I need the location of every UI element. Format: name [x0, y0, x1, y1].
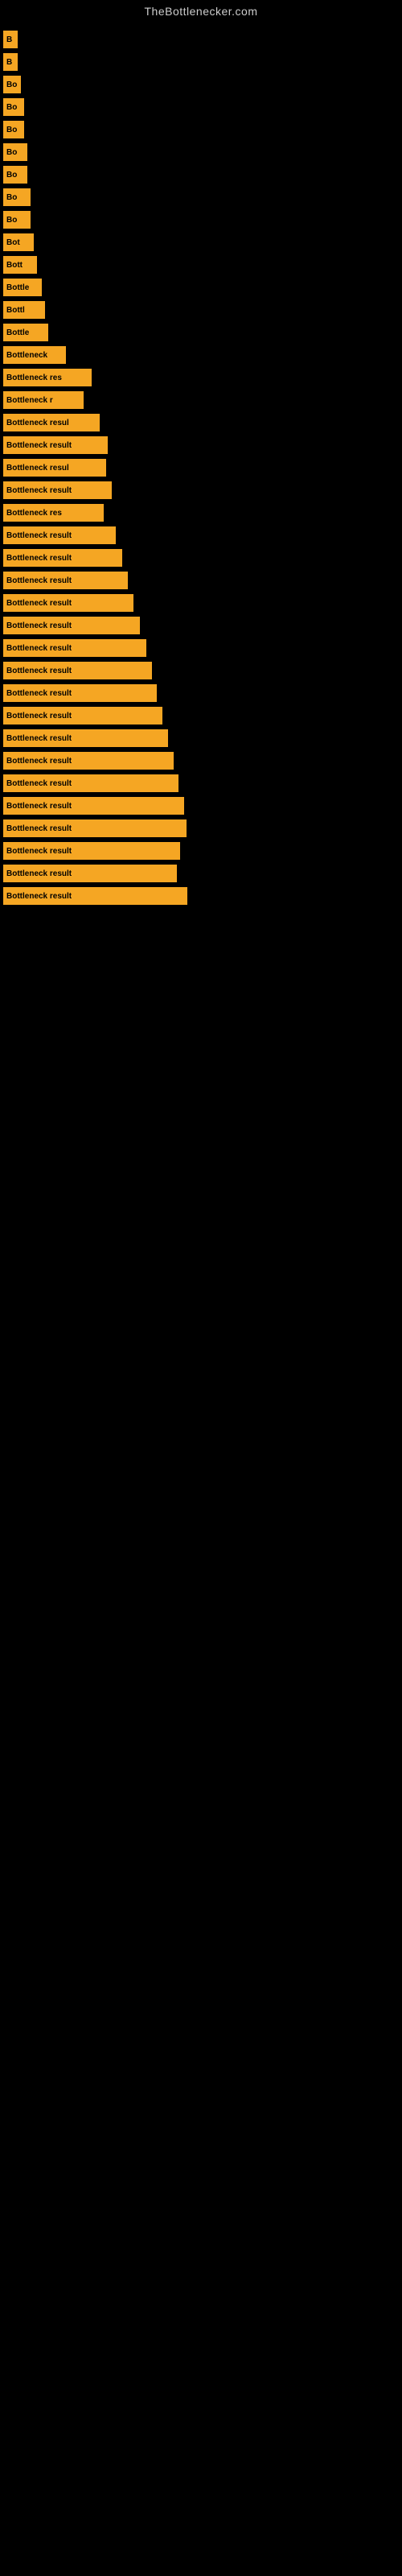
bar-row: Bottleneck result — [0, 774, 402, 792]
bar-row: Bottleneck result — [0, 752, 402, 770]
bar-item: B — [3, 31, 18, 48]
bar-item: Bottle — [3, 324, 48, 341]
bar-row: Bottleneck res — [0, 369, 402, 386]
bar-row: Bo — [0, 188, 402, 206]
bar-item: Bottleneck result — [3, 842, 180, 860]
bar-item: Bottleneck result — [3, 707, 162, 724]
bar-item: Bo — [3, 76, 21, 93]
site-title: TheBottlenecker.com — [0, 0, 402, 23]
bar-item: Bottleneck result — [3, 436, 108, 454]
site-title-container: TheBottlenecker.com — [0, 0, 402, 23]
bar-item: Bottleneck result — [3, 594, 133, 612]
bar-row: Bottleneck result — [0, 684, 402, 702]
bar-item: B — [3, 53, 18, 71]
bar-row: B — [0, 31, 402, 48]
bar-item: Bottleneck result — [3, 752, 174, 770]
bar-row: Bo — [0, 76, 402, 93]
bar-item: Bo — [3, 98, 24, 116]
bar-row: Bottleneck result — [0, 594, 402, 612]
bar-item: Bottleneck resul — [3, 459, 106, 477]
bar-item: Bottleneck result — [3, 887, 187, 905]
bar-row: Bottleneck result — [0, 819, 402, 837]
bar-row: Bottleneck result — [0, 662, 402, 679]
bar-item: Bottl — [3, 301, 45, 319]
bar-row: Bottleneck result — [0, 481, 402, 499]
bar-row: Bottl — [0, 301, 402, 319]
bar-item: Bo — [3, 188, 31, 206]
bar-item: Bottleneck result — [3, 729, 168, 747]
bar-item: Bottleneck result — [3, 819, 187, 837]
bar-row: B — [0, 53, 402, 71]
bar-item: Bottleneck result — [3, 662, 152, 679]
bar-row: Bottleneck result — [0, 549, 402, 567]
bar-row: Bo — [0, 211, 402, 229]
bar-item: Bottleneck res — [3, 504, 104, 522]
bar-item: Bottleneck — [3, 346, 66, 364]
bar-row: Bottleneck result — [0, 617, 402, 634]
bar-row: Bo — [0, 98, 402, 116]
bar-item: Bottleneck result — [3, 774, 178, 792]
bar-item: Bottleneck resul — [3, 414, 100, 431]
bar-item: Bo — [3, 166, 27, 184]
bar-row: Bottle — [0, 324, 402, 341]
bar-item: Bottleneck result — [3, 617, 140, 634]
bar-row: Bottleneck result — [0, 865, 402, 882]
bar-item: Bottleneck result — [3, 572, 128, 589]
bar-row: Bottleneck r — [0, 391, 402, 409]
bar-row: Bottleneck result — [0, 729, 402, 747]
bar-row: Bottle — [0, 279, 402, 296]
bar-item: Bo — [3, 121, 24, 138]
bar-row: Bottleneck result — [0, 707, 402, 724]
bar-row: Bottleneck result — [0, 842, 402, 860]
bar-item: Bottleneck result — [3, 684, 157, 702]
bar-row: Bottleneck result — [0, 639, 402, 657]
bar-row: Bottleneck result — [0, 572, 402, 589]
bar-row: Bottleneck result — [0, 436, 402, 454]
bar-item: Bottleneck result — [3, 797, 184, 815]
bar-item: Bottleneck result — [3, 639, 146, 657]
bar-row: Bottleneck result — [0, 526, 402, 544]
bar-item: Bottleneck result — [3, 481, 112, 499]
bar-item: Bo — [3, 143, 27, 161]
bar-item: Bottleneck result — [3, 549, 122, 567]
bar-item: Bottleneck result — [3, 526, 116, 544]
bar-row: Bo — [0, 121, 402, 138]
bar-row: Bott — [0, 256, 402, 274]
bar-row: Bottleneck — [0, 346, 402, 364]
bar-row: Bot — [0, 233, 402, 251]
bar-item: Bottleneck r — [3, 391, 84, 409]
bar-row: Bottleneck res — [0, 504, 402, 522]
bar-item: Bottleneck result — [3, 865, 177, 882]
bar-item: Bo — [3, 211, 31, 229]
bar-item: Bottle — [3, 279, 42, 296]
bar-row: Bottleneck result — [0, 797, 402, 815]
bars-container: BB Bo Bo Bo Bo Bo Bo Bo Bot Bott Bottle Bottl Bottle… — [0, 23, 402, 918]
bar-item: Bott — [3, 256, 37, 274]
bar-row: Bo — [0, 166, 402, 184]
bar-row: Bottleneck resul — [0, 459, 402, 477]
bar-row: Bo — [0, 143, 402, 161]
bar-row: Bottleneck resul — [0, 414, 402, 431]
bar-row: Bottleneck result — [0, 887, 402, 905]
bar-item: Bot — [3, 233, 34, 251]
bar-item: Bottleneck res — [3, 369, 92, 386]
